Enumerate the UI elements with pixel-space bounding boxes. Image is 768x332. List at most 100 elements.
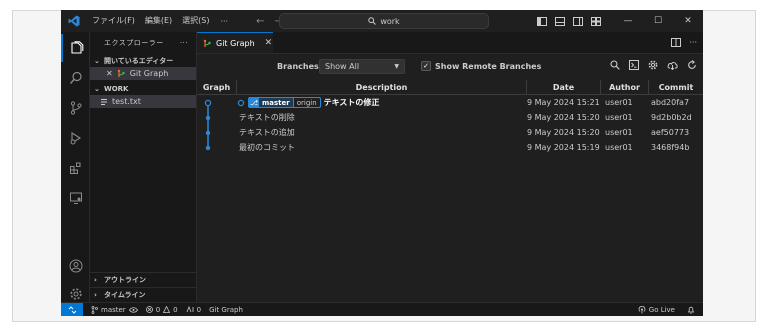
back-arrow-icon[interactable]: ← — [256, 16, 264, 27]
branch-icon — [91, 305, 98, 314]
vscode-logo-icon — [61, 10, 87, 32]
refresh-icon[interactable] — [687, 60, 697, 70]
toggle-secondary-sidebar-icon[interactable] — [569, 16, 587, 26]
title-bar-controls: — ☐ ✕ — [533, 10, 703, 32]
remote-explorer-icon[interactable] — [61, 184, 90, 212]
commit-date: 9 May 2024 15:21 — [527, 98, 600, 107]
menu-edit[interactable]: 編集(E) — [140, 10, 177, 32]
open-editor-item[interactable]: ✕ Git Graph — [90, 67, 196, 80]
settings-icon[interactable] — [648, 60, 658, 70]
commit-date: 9 May 2024 15:19 — [527, 143, 600, 152]
remote-name: origin — [292, 98, 320, 107]
title-bar: ファイル(F) 編集(E) 選択(S) ··· ← → work — ☐ ✕ — [61, 10, 703, 32]
error-count: 0 — [155, 305, 161, 314]
open-editors-section[interactable]: ⌄ 開いているエディター — [90, 54, 196, 67]
head-indicator-icon — [237, 99, 245, 106]
git-graph-icon — [203, 39, 211, 47]
branches-dropdown[interactable]: Show All ▼ — [319, 59, 405, 74]
vscode-window: ファイル(F) 編集(E) 選択(S) ··· ← → work — ☐ ✕ — [61, 10, 703, 316]
commit-date: 9 May 2024 15:20 — [527, 128, 600, 137]
text-file-icon — [101, 98, 107, 105]
show-remote-label: Show Remote Branches — [435, 62, 542, 71]
git-graph-status-label: Git Graph — [209, 305, 243, 314]
editor-more-button[interactable]: ··· — [689, 38, 697, 47]
bell-icon[interactable] — [687, 306, 695, 314]
status-ports[interactable]: 0 — [186, 306, 201, 314]
commit-author: user01 — [605, 98, 633, 107]
commit-description: 最初のコミット — [239, 143, 295, 152]
status-problems[interactable]: 0 0 — [145, 305, 178, 314]
tab-git-graph[interactable]: Git Graph ✕ — [197, 32, 273, 53]
status-right: Go Live — [638, 305, 703, 314]
explorer-sidebar: エクスプローラー ··· ⌄ 開いているエディター ✕ Git Graph ⌄ … — [90, 32, 197, 302]
split-editor-icon[interactable] — [671, 38, 682, 47]
sidebar-header: エクスプローラー ··· — [90, 32, 196, 54]
status-branch[interactable]: master — [91, 306, 138, 314]
find-icon[interactable] — [610, 60, 620, 70]
commit-hash: aef50773 — [651, 128, 690, 137]
workspace-label: WORK — [104, 84, 129, 93]
go-live-button[interactable]: Go Live — [638, 305, 675, 314]
header-graph[interactable]: Graph — [197, 80, 237, 95]
toggle-panel-icon[interactable] — [551, 16, 569, 26]
terminal-icon[interactable] — [629, 60, 639, 70]
editor-area: Git Graph ✕ ··· Branches: Show All ▼ ✓ S… — [197, 32, 703, 302]
minimize-button[interactable]: — — [613, 16, 643, 26]
menu-more-button[interactable]: ··· — [214, 17, 234, 26]
account-icon[interactable] — [61, 252, 90, 280]
table-row[interactable]: 最初のコミット 9 May 2024 15:19 user01 3468f94b — [197, 140, 703, 155]
outline-label: アウトライン — [104, 275, 146, 284]
status-branch-name: master — [101, 305, 126, 314]
search-view-icon[interactable] — [61, 64, 90, 92]
commit-description: テキストの追加 — [239, 128, 295, 137]
toggle-primary-sidebar-icon[interactable] — [533, 16, 551, 26]
status-git-graph[interactable]: Git Graph — [209, 306, 243, 314]
table-row[interactable]: ⎇ master origin テキストの修正 9 May 2024 15:21… — [197, 95, 703, 110]
commit-author: user01 — [605, 113, 633, 122]
tab-bar: Git Graph ✕ ··· — [197, 32, 703, 54]
header-description[interactable]: Description — [237, 80, 527, 95]
explorer-icon[interactable] — [61, 34, 90, 62]
source-control-icon[interactable] — [61, 94, 90, 122]
header-date[interactable]: Date — [527, 80, 601, 95]
header-commit[interactable]: Commit — [649, 80, 703, 95]
table-row[interactable]: テキストの削除 9 May 2024 15:20 user01 9d2b0b2d — [197, 110, 703, 125]
fetch-icon[interactable] — [667, 60, 678, 70]
table-row[interactable]: テキストの追加 9 May 2024 15:20 user01 aef50773 — [197, 125, 703, 140]
sidebar-title: エクスプローラー — [104, 39, 164, 47]
remote-indicator-icon[interactable] — [61, 302, 83, 316]
warning-count: 0 — [173, 305, 178, 314]
header-author[interactable]: Author — [601, 80, 649, 95]
maximize-button[interactable]: ☐ — [643, 16, 673, 26]
command-center-search[interactable]: work — [279, 13, 489, 29]
customize-layout-icon[interactable] — [587, 16, 605, 26]
commit-date: 9 May 2024 15:20 — [527, 113, 600, 122]
chevron-right-icon: › — [94, 290, 97, 299]
commit-author: user01 — [605, 143, 633, 152]
menu-file[interactable]: ファイル(F) — [87, 10, 140, 32]
timeline-section[interactable]: › タイムライン — [90, 287, 197, 301]
file-item[interactable]: test.txt — [90, 95, 196, 108]
close-window-button[interactable]: ✕ — [673, 16, 703, 26]
activity-bar — [61, 32, 90, 302]
show-remote-checkbox[interactable]: ✓ — [421, 61, 431, 71]
commit-description: テキストの削除 — [239, 113, 295, 122]
close-editor-icon[interactable]: ✕ — [106, 69, 113, 78]
command-center-text: work — [380, 16, 400, 26]
branches-value: Show All — [325, 62, 360, 71]
sidebar-more-button[interactable]: ··· — [180, 39, 188, 47]
run-debug-icon[interactable] — [61, 124, 90, 152]
tab-label: Git Graph — [216, 38, 255, 48]
chevron-right-icon: › — [94, 275, 97, 284]
tab-close-icon[interactable]: ✕ — [265, 38, 273, 48]
eye-icon — [128, 306, 138, 313]
workspace-section[interactable]: ⌄ WORK — [90, 82, 196, 95]
commit-table-header: Graph Description Date Author Commit — [197, 80, 703, 95]
file-name: test.txt — [112, 97, 141, 106]
ports-icon — [186, 306, 194, 313]
extensions-icon[interactable] — [61, 154, 90, 182]
branches-label: Branches: — [277, 62, 322, 71]
branch-label[interactable]: ⎇ master origin — [248, 97, 321, 108]
menu-selection[interactable]: 選択(S) — [177, 10, 214, 32]
outline-section[interactable]: › アウトライン — [90, 272, 197, 286]
